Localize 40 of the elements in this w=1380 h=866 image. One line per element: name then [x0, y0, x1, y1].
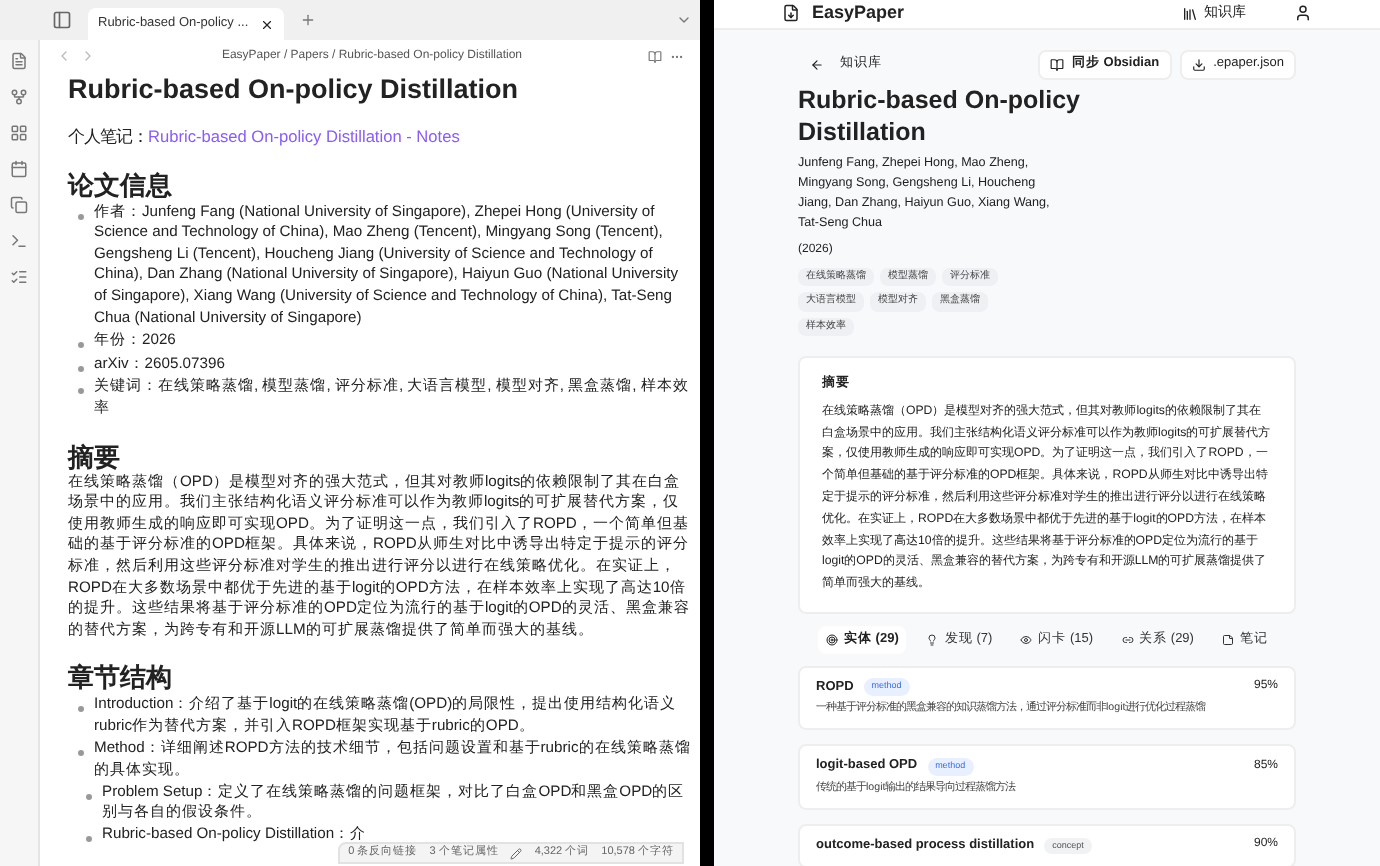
- sidebar-toggle-icon[interactable]: [52, 10, 72, 30]
- ribbon-icon[interactable]: [10, 160, 28, 178]
- ribbon-icon[interactable]: [10, 124, 28, 142]
- new-tab-icon[interactable]: [300, 12, 317, 28]
- download-icon: [1191, 57, 1206, 71]
- note-tab-icon: [1222, 633, 1234, 646]
- logo-icon: [782, 4, 800, 23]
- brand-name[interactable]: EasyPaper: [812, 0, 1170, 27]
- bullet-icon: [78, 213, 84, 220]
- bullet-icon: [78, 342, 84, 349]
- finding-tab-icon: [926, 633, 939, 646]
- ribbon-icon[interactable]: [10, 268, 28, 286]
- section-heading: 摘要: [68, 441, 122, 472]
- bullet-icon: [78, 706, 84, 713]
- card-tab-icon: [1020, 633, 1033, 646]
- close-icon[interactable]: [260, 17, 275, 31]
- paper-title: Rubric-based On-policy Distillation: [798, 83, 1082, 147]
- ribbon-icon[interactable]: [10, 52, 28, 70]
- user-icon[interactable]: [1294, 4, 1312, 23]
- edit-icon[interactable]: [510, 847, 523, 859]
- back-arrow-icon: [810, 57, 824, 71]
- bullet-icon: [78, 388, 84, 395]
- book-icon: [1049, 57, 1064, 71]
- note-label: 个人笔记：: [68, 126, 148, 148]
- ribbon-icon[interactable]: [10, 88, 28, 106]
- note-title: Rubric-based On-policy Distillation: [68, 74, 521, 106]
- reading-view-icon[interactable]: [648, 49, 662, 63]
- relation-tab-icon: [1121, 633, 1134, 646]
- tab-list-icon[interactable]: [676, 12, 692, 28]
- section-heading: 论文信息: [68, 169, 174, 200]
- bullet-icon: [86, 835, 92, 842]
- ribbon-icon[interactable]: [10, 196, 28, 214]
- library-icon: [1182, 5, 1198, 22]
- bullet-icon: [78, 365, 84, 372]
- entity-tab-icon: [826, 633, 838, 646]
- note-link[interactable]: Rubric-based On-policy Distillation - Notes: [148, 126, 460, 148]
- ribbon-icon[interactable]: [10, 232, 28, 250]
- bullet-icon: [86, 793, 92, 800]
- bullet-icon: [78, 750, 84, 757]
- section-heading: 章节结构: [68, 662, 174, 693]
